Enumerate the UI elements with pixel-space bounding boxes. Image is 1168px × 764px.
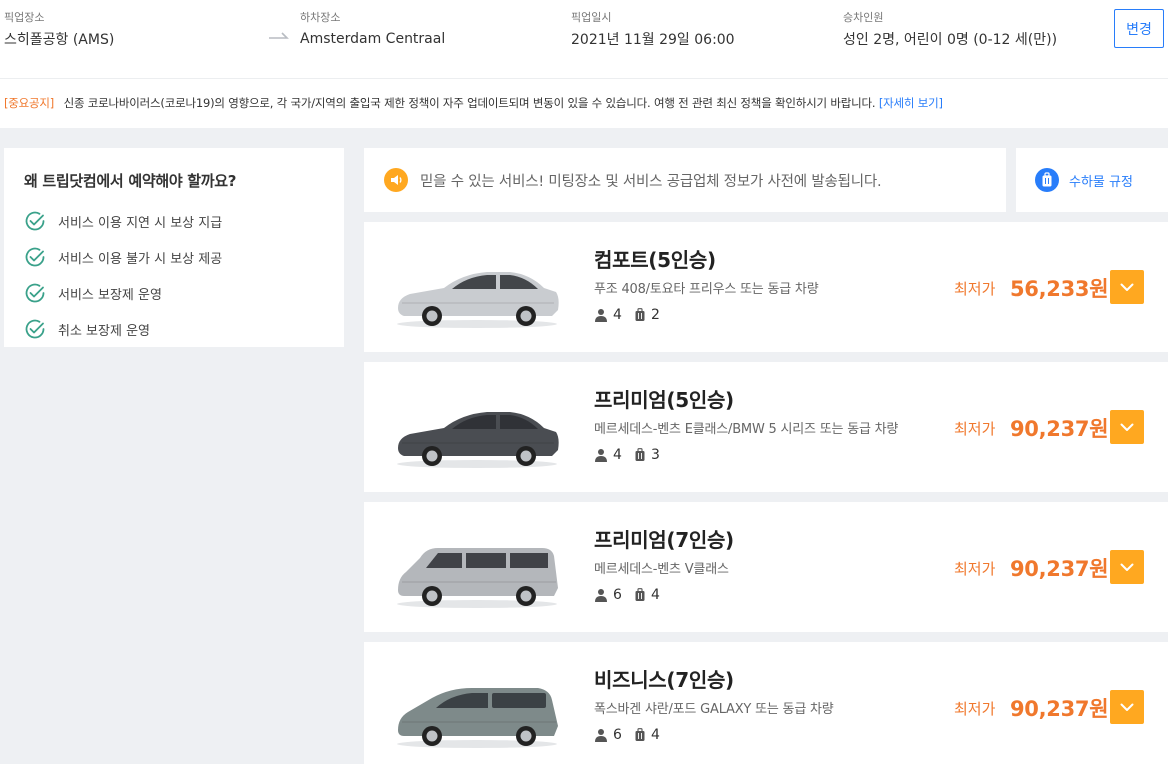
price-label: 최저가 [954, 420, 996, 438]
price-label: 최저가 [954, 280, 996, 298]
passenger-capacity: 4 [594, 447, 622, 463]
check-circle-icon [25, 283, 45, 303]
banner-text: 믿을 수 있는 서비스! 미팅장소 및 서비스 공급업체 정보가 사전에 발송됩… [420, 173, 882, 190]
notice-tag: [중요공지] [4, 96, 55, 110]
why-list: 서비스 이용 지연 시 보상 지급서비스 이용 불가 시 보상 제공서비스 보장… [24, 203, 344, 347]
price-value: 90,237원 [1010, 417, 1109, 441]
why-item: 서비스 이용 불가 시 보상 제공 [24, 239, 344, 275]
passengers-value: 성인 2명, 어린이 0명 (0-12 세(만)) [843, 32, 1058, 48]
suitcase-icon [635, 728, 645, 741]
luggage-count: 4 [651, 727, 660, 743]
person-icon [595, 449, 607, 462]
person-icon [595, 729, 607, 742]
dropoff-field[interactable]: 하차장소 Amsterdam Centraal [300, 10, 445, 48]
luggage-policy-label: 수하물 규정 [1069, 174, 1133, 190]
person-icon [595, 309, 607, 322]
expand-button[interactable] [1110, 550, 1144, 584]
vehicle-name: 프리미엄(7인승) [594, 528, 734, 552]
passenger-capacity: 6 [594, 727, 622, 743]
vehicle-card[interactable]: 컴포트(5인승) 푸조 408/토요타 프리우스 또는 동급 차량 4 2 최저가 56,… [364, 222, 1168, 352]
car-image [397, 412, 559, 468]
vehicle-model: 메르세데스-벤츠 E클래스/BMW 5 시리즈 또는 동급 차량 [594, 422, 899, 437]
why-item-label: 취소 보장제 운영 [58, 323, 150, 339]
pickup-label: 픽업장소 [4, 11, 45, 24]
passenger-count: 6 [613, 587, 622, 603]
why-title: 왜 트립닷컴에서 예약해야 할까요? [24, 172, 237, 190]
price-value: 56,233원 [1010, 277, 1109, 301]
dropoff-value: Amsterdam Centraal [300, 31, 446, 47]
luggage-count: 4 [651, 587, 660, 603]
car-image [397, 548, 558, 608]
chevron-down-icon [1120, 563, 1134, 571]
notice-text: 신종 코로나바이러스(코로나19)의 영향으로, 각 국가/지역의 출입국 제한… [63, 96, 876, 110]
passenger-count: 4 [613, 307, 622, 323]
price-value: 90,237원 [1010, 557, 1109, 581]
check-circle-icon [25, 247, 45, 267]
vehicle-name: 프리미엄(5인승) [594, 388, 734, 412]
price-label: 최저가 [954, 560, 996, 578]
car-image [397, 272, 559, 328]
vehicle-card[interactable]: 비즈니스(7인승) 폭스바겐 샤란/포드 GALAXY 또는 동급 차량 6 4 최저가… [364, 642, 1168, 764]
suitcase-icon [635, 448, 645, 461]
change-button[interactable]: 변경 [1114, 9, 1164, 48]
search-summary-bar: 픽업장소 스히폴공항 (AMS) 하차장소 Amsterdam Centraal… [0, 0, 1168, 78]
passenger-capacity: 4 [594, 307, 622, 323]
arrow-right-icon [269, 32, 289, 39]
suitcase-icon [635, 588, 645, 601]
speaker-icon [384, 168, 408, 192]
price-label: 최저가 [954, 700, 996, 718]
check-circle-icon [25, 319, 45, 339]
luggage-policy-link[interactable]: 수하물 규정 [1016, 148, 1168, 212]
pickup-field[interactable]: 픽업장소 스히폴공항 (AMS) [4, 10, 114, 49]
vehicle-model: 푸조 408/토요타 프리우스 또는 동급 차량 [594, 282, 819, 297]
chevron-down-icon [1120, 703, 1134, 711]
suitcase-icon [635, 308, 645, 321]
price-value: 90,237원 [1010, 697, 1109, 721]
why-item: 서비스 이용 지연 시 보상 지급 [24, 203, 344, 239]
notice-more-link[interactable]: [자세히 보기] [879, 96, 943, 110]
person-icon [595, 589, 607, 602]
chevron-down-icon [1120, 283, 1134, 291]
datetime-label: 픽업일시 [571, 11, 612, 24]
passenger-count: 6 [613, 727, 622, 743]
vehicle-name: 컴포트(5인승) [594, 248, 716, 272]
luggage-capacity: 3 [634, 447, 660, 463]
info-banner: 믿을 수 있는 서비스! 미팅장소 및 서비스 공급업체 정보가 사전에 발송됩… [364, 148, 1006, 212]
pickup-value: 스히폴공항 (AMS) [4, 32, 115, 48]
why-trip-box: 왜 트립닷컴에서 예약해야 할까요? 서비스 이용 지연 시 보상 지급 서비스 … [4, 148, 344, 347]
vehicle-card[interactable]: 프리미엄(7인승) 메르세데스-벤츠 V클래스 6 4 최저가 90,237원 [364, 502, 1168, 632]
luggage-capacity: 4 [634, 727, 660, 743]
luggage-count: 3 [651, 447, 660, 463]
luggage-capacity: 2 [634, 307, 660, 323]
datetime-field[interactable]: 픽업일시 2021년 11월 29일 06:00 [571, 10, 735, 49]
check-circle-icon [25, 211, 45, 231]
luggage-capacity: 4 [634, 587, 660, 603]
passengers-label: 승차인원 [843, 11, 884, 24]
vehicle-model: 메르세데스-벤츠 V클래스 [594, 562, 729, 577]
why-item-label: 서비스 이용 불가 시 보상 제공 [58, 251, 223, 267]
why-item-label: 서비스 보장제 운영 [58, 287, 162, 303]
luggage-icon [1035, 168, 1059, 192]
notice-bar: [중요공지] 신종 코로나바이러스(코로나19)의 영향으로, 각 국가/지역의… [0, 78, 1168, 128]
why-item: 취소 보장제 운영 [24, 311, 344, 347]
datetime-value: 2021년 11월 29일 06:00 [571, 32, 735, 48]
why-item-label: 서비스 이용 지연 시 보상 지급 [58, 215, 223, 231]
passenger-count: 4 [613, 447, 622, 463]
vehicle-model: 폭스바겐 샤란/포드 GALAXY 또는 동급 차량 [594, 702, 834, 717]
passengers-field[interactable]: 승차인원 성인 2명, 어린이 0명 (0-12 세(만)) [843, 10, 1057, 49]
vehicle-card[interactable]: 프리미엄(5인승) 메르세데스-벤츠 E클래스/BMW 5 시리즈 또는 동급 차… [364, 362, 1168, 492]
passenger-capacity: 6 [594, 587, 622, 603]
expand-button[interactable] [1110, 410, 1144, 444]
chevron-down-icon [1120, 423, 1134, 431]
dropoff-label: 하차장소 [300, 11, 341, 24]
expand-button[interactable] [1110, 270, 1144, 304]
why-item: 서비스 보장제 운영 [24, 275, 344, 311]
vehicle-name: 비즈니스(7인승) [594, 668, 734, 692]
luggage-count: 2 [651, 307, 660, 323]
expand-button[interactable] [1110, 690, 1144, 724]
car-image [397, 688, 558, 748]
